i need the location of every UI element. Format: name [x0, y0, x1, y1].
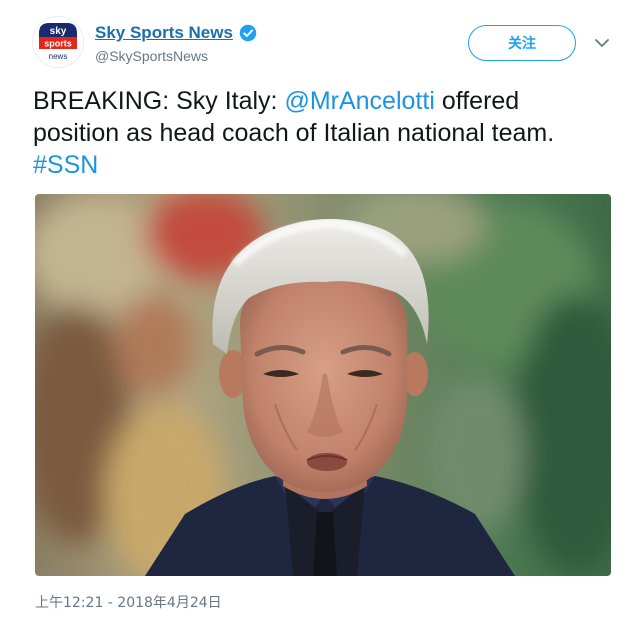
avatar[interactable]: sky sports news: [33, 17, 83, 67]
tweet-text: BREAKING: Sky Italy: @MrAncelotti offere…: [33, 85, 608, 181]
hashtag-link[interactable]: #SSN: [33, 151, 98, 179]
tweet-photo[interactable]: [35, 194, 611, 576]
tweet-card: sky sports news Sky Sports News @SkySpor…: [0, 0, 640, 617]
account-handle[interactable]: @SkySportsNews: [95, 48, 257, 64]
display-name[interactable]: Sky Sports News: [95, 23, 233, 43]
sky-sports-news-logo: sky sports news: [33, 17, 83, 67]
tweet-text-lead: BREAKING: Sky Italy:: [33, 87, 285, 115]
logo-line1: sky: [50, 26, 67, 37]
author-block: Sky Sports News @SkySportsNews: [95, 22, 257, 64]
mention-link[interactable]: @MrAncelotti: [284, 87, 434, 115]
logo-line3: news: [49, 52, 68, 61]
verified-badge-icon: [239, 24, 257, 42]
tweet-timestamp[interactable]: 上午12:21 - 2018年4月24日: [35, 592, 222, 612]
photo-illustration: [35, 194, 611, 576]
logo-line2: sports: [44, 39, 72, 49]
follow-button[interactable]: 关注: [468, 25, 576, 61]
name-row: Sky Sports News: [95, 22, 257, 44]
chevron-down-icon[interactable]: [592, 36, 612, 50]
